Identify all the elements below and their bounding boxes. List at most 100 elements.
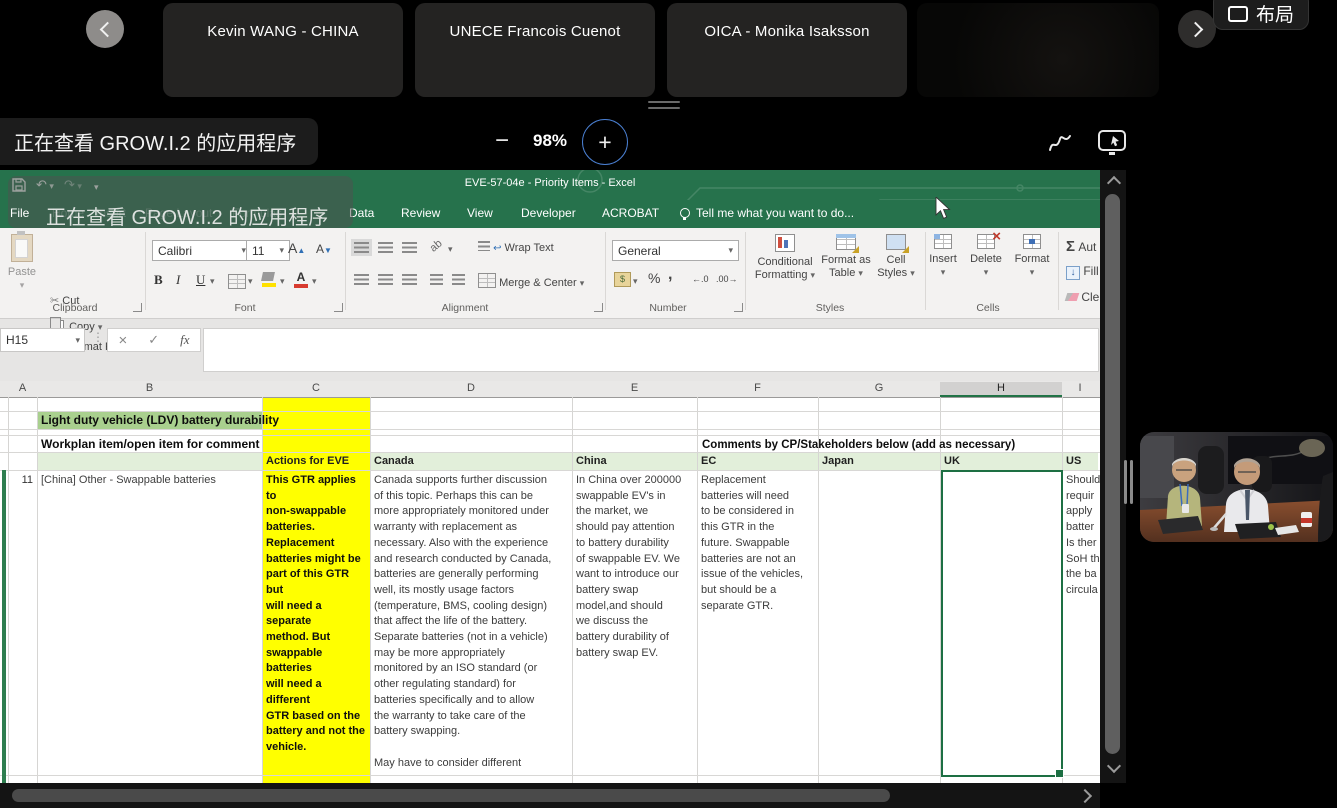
zoom-in-button[interactable]: + (582, 119, 628, 165)
tab-review[interactable]: Review (401, 206, 440, 220)
annotate-pen-icon[interactable] (1046, 130, 1074, 156)
align-top-button[interactable] (354, 242, 369, 253)
accounting-format-button[interactable]: $ (614, 272, 631, 287)
accounting-dropdown[interactable]: ▾ (633, 276, 638, 287)
column-header[interactable]: D (370, 382, 572, 394)
video-tile[interactable]: UNECE Francois Cuenot (415, 3, 655, 97)
bold-button[interactable]: B (154, 272, 163, 288)
decrease-decimal-button[interactable]: .00→ (716, 274, 738, 284)
underline-button[interactable]: U (196, 272, 205, 288)
cell-us-header[interactable]: US (1066, 455, 1081, 467)
cancel-icon[interactable]: × (118, 332, 127, 349)
cell-canada-header[interactable]: Canada (374, 455, 414, 467)
meeting-room-video-overlay[interactable] (1140, 432, 1333, 542)
active-cell-selection[interactable] (941, 470, 1063, 777)
align-left-button[interactable] (354, 274, 369, 285)
worksheet-grid[interactable]: A B C D E F G H I Light duty vehicle (LD… (0, 381, 1100, 783)
name-box[interactable]: H15 ▾ (0, 328, 85, 352)
format-as-table-button[interactable]: Format as Table ▾ (818, 234, 874, 280)
column-header-row[interactable]: A B C D E F G H I (0, 381, 1100, 398)
selection-fill-handle[interactable] (1055, 769, 1064, 778)
cell-japan-header[interactable]: Japan (822, 455, 854, 467)
decrease-indent-button[interactable] (430, 274, 443, 285)
fill-button[interactable]: ↓ Fill (1066, 264, 1099, 280)
insert-function-button[interactable]: fx (180, 332, 189, 348)
formula-bar-input[interactable] (203, 328, 1099, 372)
cell-china-header[interactable]: China (576, 455, 607, 467)
align-right-button[interactable] (402, 274, 417, 285)
column-header[interactable]: A (8, 382, 37, 394)
merge-center-button[interactable]: Merge & Center ▾ (478, 273, 584, 289)
font-size-combo[interactable]: 11▾ (246, 240, 290, 261)
enter-check-icon[interactable]: ✓ (148, 332, 159, 348)
cell-comments-header[interactable]: Comments by CP/Stakeholders below (add a… (702, 438, 1015, 452)
filmstrip-prev-button[interactable] (86, 10, 124, 48)
column-header[interactable]: B (37, 382, 262, 394)
italic-button[interactable]: I (176, 272, 180, 288)
clear-button[interactable]: Cle (1066, 290, 1099, 304)
request-control-icon[interactable] (1096, 128, 1128, 158)
cell-ldv-title[interactable]: Light duty vehicle (LDV) battery durabil… (41, 412, 279, 428)
number-dialog-launcher[interactable] (734, 303, 743, 312)
alignment-dialog-launcher[interactable] (594, 303, 603, 312)
cell-item-number[interactable]: 11 (8, 473, 33, 489)
scroll-down-icon[interactable] (1107, 759, 1121, 773)
percent-style-button[interactable]: % (648, 270, 660, 286)
shared-screen-vertical-scrollbar[interactable] (1100, 170, 1126, 783)
tab-acrobat[interactable]: ACROBAT (602, 206, 659, 220)
cell-styles-button[interactable]: Cell Styles ▾ (872, 234, 920, 280)
column-header[interactable]: F (697, 382, 818, 394)
align-center-button[interactable] (378, 274, 393, 285)
align-bottom-button[interactable] (402, 242, 417, 253)
horizontal-scroll-thumb[interactable] (12, 789, 890, 802)
column-header-active[interactable]: H (940, 382, 1062, 397)
video-tile-camera-dark[interactable] (917, 3, 1159, 97)
tab-developer[interactable]: Developer (521, 206, 576, 220)
scroll-right-icon[interactable] (1078, 789, 1092, 803)
autosum-button[interactable]: Σ Aut (1066, 238, 1096, 255)
scroll-up-icon[interactable] (1107, 176, 1121, 190)
borders-dropdown[interactable]: ▾ (248, 276, 253, 287)
font-dialog-launcher[interactable] (334, 303, 343, 312)
cell-workplan[interactable]: Workplan item/open item for comment (41, 437, 259, 452)
conditional-formatting-button[interactable]: Conditional Formatting ▾ (752, 234, 818, 282)
number-format-combo[interactable]: General▾ (612, 240, 739, 261)
orientation-dropdown[interactable]: ▾ (448, 244, 453, 255)
zoom-out-button[interactable]: − (495, 127, 509, 155)
insert-cells-button[interactable]: Insert▾ (920, 234, 966, 279)
pip-drag-handle[interactable] (1130, 460, 1133, 504)
fill-color-button[interactable] (262, 272, 276, 287)
delete-cells-button[interactable]: × Delete▾ (962, 234, 1010, 279)
filmstrip-resize-handle[interactable] (648, 107, 680, 109)
font-color-dropdown[interactable]: ▾ (312, 276, 317, 287)
shared-screen-horizontal-scrollbar[interactable] (0, 783, 1100, 808)
align-middle-button[interactable] (378, 242, 393, 253)
fill-color-dropdown[interactable]: ▾ (280, 276, 285, 287)
tab-file[interactable]: File (10, 206, 29, 220)
comma-style-button[interactable]: , (668, 266, 672, 284)
cell-china-text[interactable]: In China over 200000 swappable EV's in t… (576, 473, 698, 661)
column-header[interactable]: C (262, 382, 370, 394)
column-header[interactable]: I (1062, 382, 1098, 394)
filmstrip-next-button[interactable] (1178, 10, 1216, 48)
increase-decimal-button[interactable]: ←.0 (692, 274, 709, 284)
cell-us-text[interactable]: Should requir apply batter Is ther SoH t… (1066, 473, 1100, 599)
borders-icon[interactable] (228, 274, 246, 289)
filmstrip-resize-handle[interactable] (648, 101, 680, 103)
cell-ec-text[interactable]: Replacement batteries will need to be co… (701, 473, 819, 614)
video-tile[interactable]: Kevin WANG - CHINA (163, 3, 403, 97)
paste-button[interactable]: Paste▾ (2, 234, 42, 292)
name-box-dropdown[interactable]: ▾ (75, 335, 84, 346)
font-name-combo[interactable]: Calibri▾ (152, 240, 252, 261)
tell-me-box[interactable]: Tell me what you want to do... (680, 206, 854, 220)
layout-button[interactable]: 布局 (1213, 0, 1309, 30)
pip-drag-handle[interactable] (1124, 460, 1127, 504)
column-header[interactable]: E (572, 382, 697, 394)
font-color-button[interactable]: A (294, 270, 308, 288)
format-cells-button[interactable]: Format▾ (1008, 234, 1056, 279)
vertical-scroll-thumb[interactable] (1105, 194, 1120, 754)
underline-dropdown[interactable]: ▾ (210, 276, 215, 287)
wrap-text-button[interactable]: ↩ Wrap Text (478, 241, 554, 254)
cell-ec-header[interactable]: EC (701, 455, 716, 467)
clipboard-dialog-launcher[interactable] (133, 303, 142, 312)
